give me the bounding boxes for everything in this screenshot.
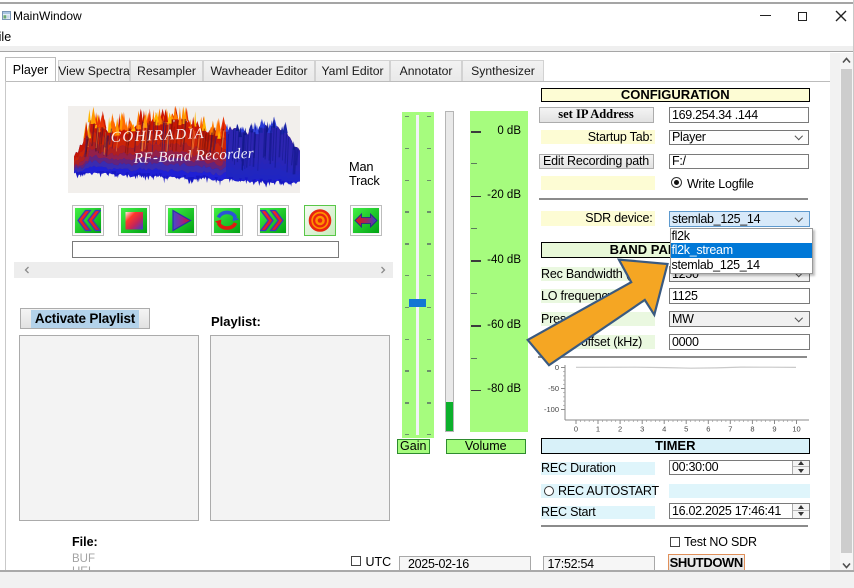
svg-text:1: 1 <box>596 425 600 434</box>
svg-text:8: 8 <box>750 425 754 434</box>
svg-text:3: 3 <box>640 425 644 434</box>
svg-text:9: 9 <box>772 425 776 434</box>
svg-text:-50: -50 <box>548 384 559 393</box>
svg-text:0: 0 <box>574 425 578 434</box>
svg-text:4: 4 <box>662 425 666 434</box>
svg-text:7: 7 <box>728 425 732 434</box>
svg-text:6: 6 <box>706 425 710 434</box>
svg-text:-100: -100 <box>544 405 559 414</box>
svg-text:2: 2 <box>618 425 622 434</box>
svg-text:10: 10 <box>792 425 800 434</box>
svg-text:5: 5 <box>684 425 688 434</box>
